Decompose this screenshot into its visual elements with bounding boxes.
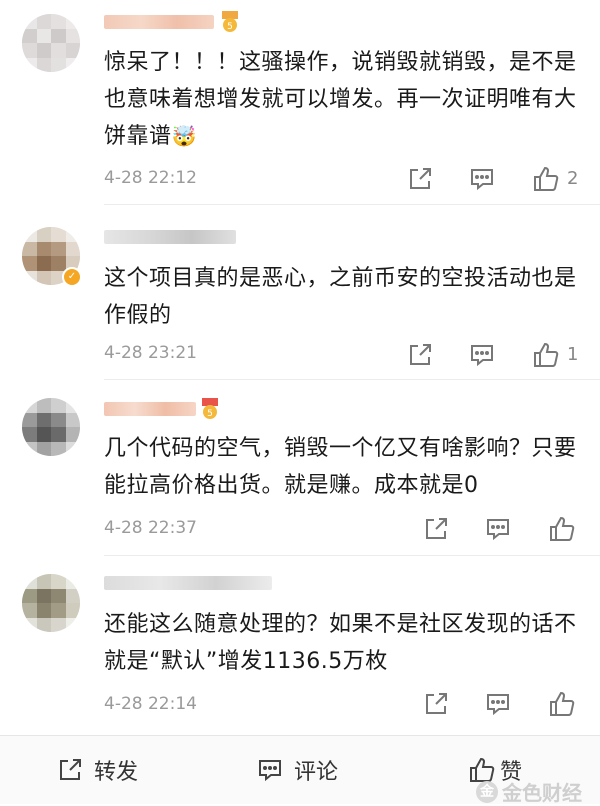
- share-icon[interactable]: [422, 515, 450, 543]
- shocked-emoji-icon: 🤯: [171, 124, 197, 148]
- avatar[interactable]: [22, 574, 80, 632]
- comment-item: 5 惊呆了！！！这骚操作，说销毁就销毁，是不是也意味着想增发就可以增发。再一次证…: [0, 0, 600, 205]
- comment-item: 还能这么随意处理的？如果不是社区发现的话不就是“默认”增发1136.5万枚 4-…: [0, 556, 600, 734]
- timestamp: 4-28 22:14: [104, 694, 197, 714]
- username[interactable]: [104, 576, 272, 590]
- watermark-text: 金色财经: [502, 781, 582, 805]
- comment-icon[interactable]: [484, 515, 512, 543]
- repost-button[interactable]: 转发: [56, 736, 138, 804]
- comment-label: 评论: [294, 760, 339, 785]
- comment-icon[interactable]: [468, 165, 496, 193]
- timestamp: 4-28 22:37: [104, 518, 197, 538]
- timestamp: 4-28 22:12: [104, 168, 197, 188]
- thumbs-up-icon[interactable]: [532, 165, 560, 193]
- like-count: 2: [567, 168, 579, 189]
- timestamp: 4-28 23:21: [104, 343, 197, 363]
- comment-item: 5 几个代码的空气，销毁一个亿又有啥影响？只要能拉高价格出货。就是赚。成本就是0…: [0, 380, 600, 556]
- comment-text: 几个代码的空气，销毁一个亿又有啥影响？只要能拉高价格出货。就是赚。成本就是0: [104, 436, 577, 498]
- comment-text: 惊呆了！！！这骚操作，说销毁就销毁，是不是也意味着想增发就可以增发。再一次证明唯…: [104, 50, 577, 149]
- share-icon: [60, 759, 81, 780]
- medal-icon: 5: [222, 11, 238, 32]
- svg-text:5: 5: [227, 22, 233, 32]
- share-icon[interactable]: [422, 690, 450, 718]
- watermark: 金 金色财经: [476, 777, 582, 806]
- comment-icon[interactable]: [468, 341, 496, 369]
- verified-badge-icon: ✓: [62, 267, 82, 287]
- avatar[interactable]: [22, 14, 80, 72]
- comment-text: 这个项目真的是恶心，之前币安的空投活动也是作假的: [104, 266, 577, 328]
- jinse-logo-icon: 金: [476, 780, 498, 803]
- comment-button[interactable]: 评论: [256, 736, 338, 804]
- comment-item: ✓ 这个项目真的是恶心，之前币安的空投活动也是作假的 4-28 23:21 1: [0, 205, 600, 380]
- username[interactable]: [104, 230, 236, 244]
- medal-icon: 5: [202, 398, 218, 419]
- avatar[interactable]: [22, 398, 80, 456]
- thumbs-up-icon[interactable]: [548, 690, 576, 718]
- thumbs-up-icon[interactable]: [548, 515, 576, 543]
- share-icon[interactable]: [406, 341, 434, 369]
- share-icon[interactable]: [406, 165, 434, 193]
- comment-icon[interactable]: [484, 690, 512, 718]
- comment-icon: [259, 760, 281, 782]
- username[interactable]: [104, 402, 196, 416]
- like-count: 1: [567, 344, 579, 365]
- repost-label: 转发: [94, 760, 139, 785]
- thumbs-up-icon[interactable]: [532, 341, 560, 369]
- svg-text:5: 5: [207, 409, 213, 419]
- username[interactable]: [104, 15, 214, 29]
- comment-text: 还能这么随意处理的？如果不是社区发现的话不就是“默认”增发1136.5万枚: [104, 612, 577, 674]
